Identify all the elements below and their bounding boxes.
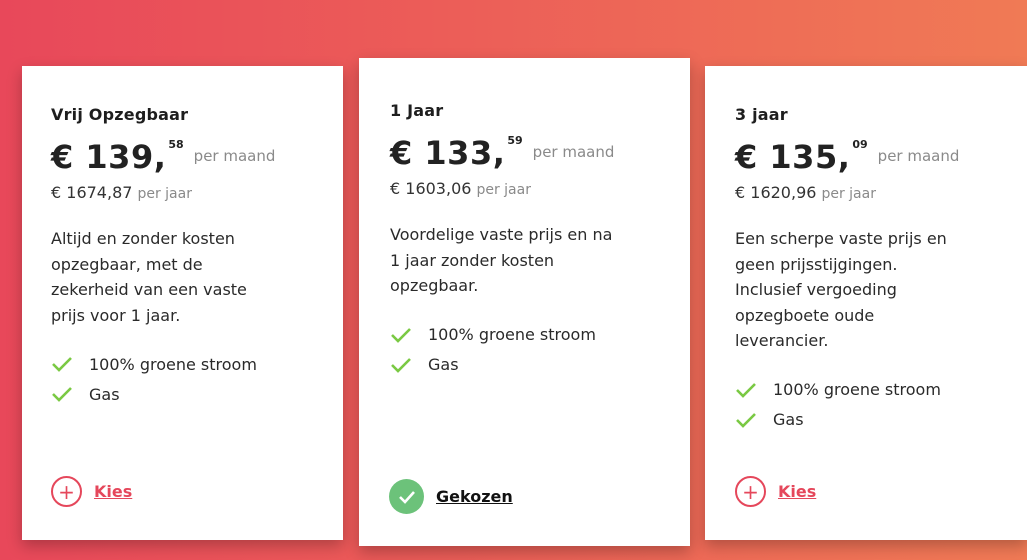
kies-button[interactable]: + Kies: [735, 476, 816, 507]
price-period: per maand: [532, 143, 615, 161]
check-icon: [391, 327, 411, 343]
kies-button[interactable]: + Kies: [51, 476, 132, 507]
feature-text: Gas: [773, 410, 804, 429]
feature-text: 100% groene stroom: [428, 325, 596, 344]
yearly-price: € 1603,06 per jaar: [390, 179, 690, 198]
plan-name: 1 Jaar: [390, 101, 444, 120]
check-icon: [391, 357, 411, 373]
plan-card-3-jaar: 3 jaar € 135, 09 per maand € 1620,96 per…: [705, 66, 1027, 540]
plan-card-1-jaar: 1 Jaar € 133, 59 per maand € 1603,06 per…: [359, 58, 690, 546]
monthly-price: € 133, 59 per maand: [390, 133, 690, 173]
feature-item: 100% groene stroom: [51, 349, 343, 379]
year-amount: € 1603,06: [390, 179, 472, 198]
price-period: per maand: [877, 147, 960, 165]
feature-text: 100% groene stroom: [89, 354, 257, 374]
feature-list: 100% groene stroom Gas: [51, 349, 343, 409]
price-cents: 59: [507, 134, 523, 147]
plus-icon: +: [735, 476, 766, 507]
plan-name: Vrij Opzegbaar: [51, 105, 189, 124]
year-amount: € 1674,87: [51, 183, 133, 202]
feature-text: Gas: [428, 355, 459, 374]
year-label: per jaar: [476, 182, 531, 198]
check-icon: [52, 357, 72, 372]
price-cents: 58: [168, 138, 184, 151]
plus-icon: +: [51, 476, 82, 507]
year-label: per jaar: [821, 186, 876, 202]
feature-item: Gas: [735, 405, 1027, 435]
feature-item: Gas: [51, 379, 343, 409]
plan-card-vrij-opzegbaar: Vrij Opzegbaar € 139, 58 per maand € 167…: [22, 66, 343, 540]
year-amount: € 1620,96: [735, 183, 817, 202]
plan-description: Altijd en zonder kosten opzegbaar, met d…: [51, 229, 247, 325]
yearly-price: € 1674,87 per jaar: [51, 183, 343, 202]
price-main: € 135,: [735, 138, 851, 176]
gekozen-button[interactable]: Gekozen: [389, 479, 513, 514]
check-icon: [52, 387, 72, 402]
feature-item: Gas: [390, 350, 690, 380]
price-main: € 139,: [51, 138, 167, 176]
feature-item: 100% groene stroom: [735, 375, 1027, 405]
price-period: per maand: [193, 147, 276, 165]
plan-description: Voordelige vaste prijs en na 1 jaar zond…: [390, 225, 613, 295]
price-main: € 133,: [390, 134, 506, 172]
gekozen-label: Gekozen: [436, 487, 513, 506]
monthly-price: € 135, 09 per maand: [735, 137, 1027, 177]
yearly-price: € 1620,96 per jaar: [735, 183, 1027, 202]
feature-item: 100% groene stroom: [390, 320, 690, 350]
monthly-price: € 139, 58 per maand: [51, 137, 343, 177]
feature-list: 100% groene stroom Gas: [390, 320, 690, 380]
kies-label: Kies: [778, 482, 817, 501]
check-icon: [736, 412, 756, 428]
feature-text: 100% groene stroom: [773, 380, 941, 399]
price-cents: 09: [852, 138, 868, 151]
plan-description: Een scherpe vaste prijs en geen prijssti…: [735, 229, 947, 350]
kies-label: Kies: [94, 482, 133, 501]
year-label: per jaar: [137, 186, 192, 202]
checkmark-icon: [389, 479, 424, 514]
plan-name: 3 jaar: [735, 105, 788, 124]
feature-text: Gas: [89, 384, 120, 404]
check-icon: [736, 382, 756, 398]
feature-list: 100% groene stroom Gas: [735, 375, 1027, 435]
